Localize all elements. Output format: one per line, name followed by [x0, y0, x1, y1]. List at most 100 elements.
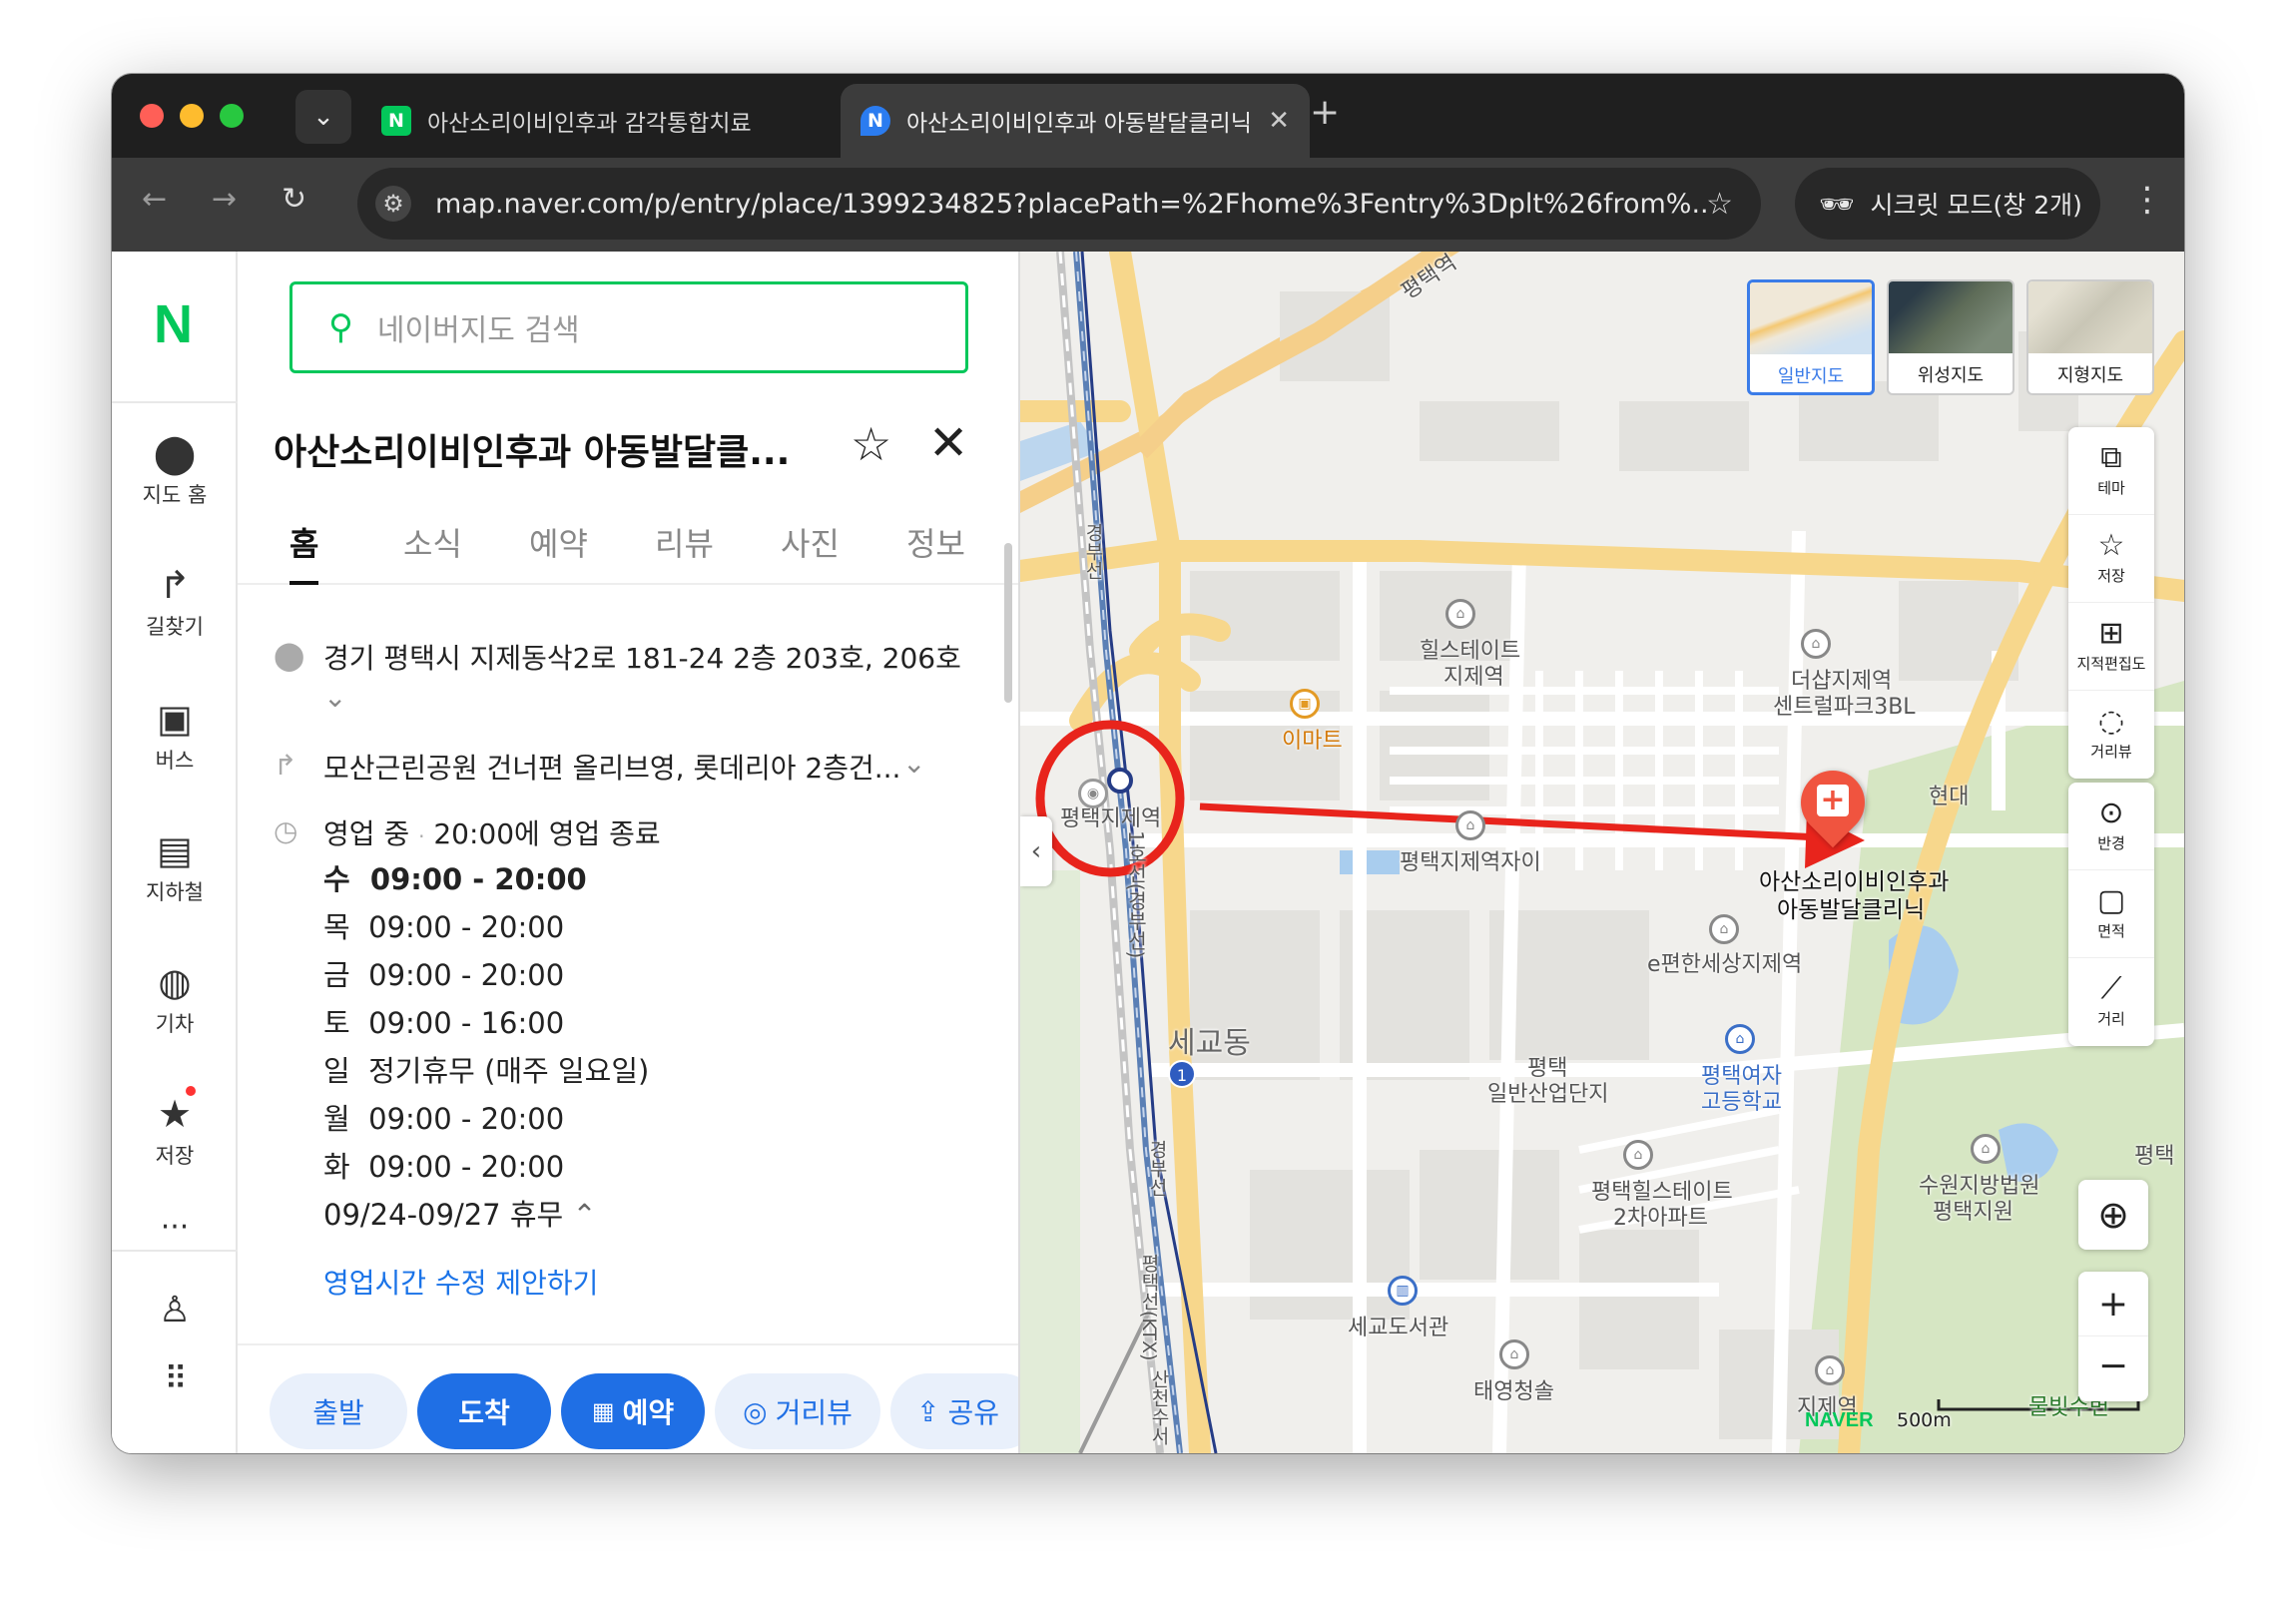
rail-label: 저장 [155, 1144, 195, 1168]
chevron-down-icon[interactable]: ⌄ [902, 747, 925, 780]
close-panel-icon[interactable]: ✕ [928, 415, 968, 471]
apartment-pin-icon[interactable]: ⌂ [1455, 810, 1485, 840]
status-text-group: 영업 중 · 20:00에 영업 종료 [323, 812, 661, 852]
time: 09:00 - 20:00 [368, 1102, 565, 1136]
forward-arrow-icon[interactable]: → [212, 182, 237, 217]
reserve-button[interactable]: ▦ 예약 [561, 1373, 705, 1449]
cadastral-tool-button[interactable]: ⊞ 지적편집도 [2068, 603, 2154, 691]
user-icon[interactable]: ♙ [112, 1290, 238, 1331]
apartment-pin-icon[interactable]: ⌂ [1445, 599, 1475, 629]
apartment-pin-icon[interactable]: ⌂ [1623, 1140, 1653, 1170]
station-icon[interactable]: ◉ [1078, 779, 1108, 808]
tab-reviews[interactable]: 리뷰 [655, 519, 714, 565]
map-type-terrain[interactable]: 지형지도 [2026, 279, 2154, 395]
school-pin-icon[interactable]: ⌂ [1725, 1024, 1755, 1054]
naver-logo[interactable]: N [154, 293, 193, 355]
close-tab-icon[interactable]: ✕ [1268, 106, 1290, 136]
day: 목 [323, 910, 350, 944]
zoom-in-button[interactable]: + [2078, 1272, 2148, 1336]
roadview-tool-button[interactable]: ◌ 거리뷰 [2068, 691, 2154, 779]
incognito-badge[interactable]: 🕶 시크릿 모드(창 2개) [1795, 168, 2100, 240]
court-pin-icon[interactable]: ⌂ [1971, 1134, 2001, 1164]
place-tabs: 홈 소식 예약 리뷰 사진 정보 [238, 519, 1018, 585]
area-tool-button[interactable]: ▢ 면적 [2068, 870, 2154, 958]
turn-arrow-icon: ↱ [274, 749, 297, 782]
mart-pin-icon[interactable]: ▣ [1290, 689, 1320, 719]
search-input[interactable]: ⚲ 네이버지도 검색 [289, 281, 968, 373]
clinic-marker-icon[interactable]: + [1787, 757, 1879, 850]
rail-item-map-home[interactable]: ⬤ 지도 홈 [112, 431, 238, 509]
search-placeholder: 네이버지도 검색 [376, 313, 580, 348]
my-location-button[interactable]: ⊕ [2078, 1180, 2148, 1250]
close-window-button[interactable] [140, 104, 164, 128]
tab-info[interactable]: 정보 [906, 519, 965, 565]
collapse-panel-button[interactable]: ‹ [1020, 816, 1052, 886]
maximize-window-button[interactable] [220, 104, 244, 128]
rail-item-subway[interactable]: ▤ 지하철 [112, 828, 238, 906]
browser-menu-icon[interactable]: ⋮ [2130, 180, 2164, 220]
radius-tool-button[interactable]: ⊙ 반경 [2068, 783, 2154, 870]
tab-news[interactable]: 소식 [403, 519, 462, 565]
time: 09:00 - 20:00 [368, 958, 565, 992]
map-label: 경부선 [1082, 523, 1104, 580]
tab-photos[interactable]: 사진 [781, 519, 840, 565]
rail-label: 기차 [155, 1012, 195, 1036]
map-label: 일반산업단지 [1487, 1082, 1609, 1107]
suggest-hours-link[interactable]: 영업시간 수정 제안하기 [323, 1262, 598, 1302]
apartment-pin-icon[interactable]: ⌂ [1815, 1355, 1845, 1385]
share-icon: ⇪ [916, 1394, 940, 1428]
save-star-icon[interactable]: ☆ [851, 417, 891, 471]
tab-title: 아산소리이비인후과 아동발달클리닉 [906, 111, 1252, 137]
map-type-normal[interactable]: 일반지도 [1747, 279, 1875, 395]
library-pin-icon[interactable]: ▥ [1388, 1276, 1418, 1306]
back-arrow-icon[interactable]: ← [142, 182, 167, 217]
map-tools: ⧉ 테마 ☆ 저장 ⊞ 지적편집도 ◌ 거리뷰 [2068, 427, 2154, 779]
tab-home[interactable]: 홈 [289, 519, 319, 585]
close-time: 20:00에 영업 종료 [433, 817, 661, 850]
apartment-pin-icon[interactable]: ⌂ [1499, 1339, 1529, 1369]
map-type-satellite[interactable]: 위성지도 [1887, 279, 2014, 395]
map-canvas[interactable]: 평택역 경부선 평택지제역 1호선(경부선) 경부선 평택선(KTX) 산천수서… [1020, 252, 2184, 1453]
divider [112, 1250, 238, 1252]
map-label: 평택지원 [1933, 1200, 2013, 1225]
rail-item-train[interactable]: ◍ 기차 [112, 960, 238, 1038]
time: 정기휴무 (매주 일요일) [368, 1054, 650, 1088]
roadview-pin-icon: ◎ [743, 1394, 768, 1428]
bookmark-star-icon[interactable]: ☆ [1706, 187, 1733, 222]
rail-item-saved[interactable]: ★ 저장 [112, 1086, 238, 1170]
new-tab-button[interactable]: + [1310, 92, 1340, 133]
naver-map-app: N ⬤ 지도 홈 ↱ 길찾기 ▣ 버스 ▤ 지하철 ◍ 기차 ★ 저장 ··· … [112, 252, 2184, 1453]
site-info-icon[interactable]: ⚙ [375, 186, 411, 222]
apartment-pin-icon[interactable]: ⌂ [1709, 914, 1739, 944]
roadview-button[interactable]: ◎ 거리뷰 [715, 1373, 880, 1449]
save-tool-button[interactable]: ☆ 저장 [2068, 515, 2154, 603]
hours-row: 토 09:00 - 16:00 [323, 1000, 564, 1042]
distance-tool-button[interactable]: ⟋ 거리 [2068, 958, 2154, 1046]
address-expand-chevron-icon[interactable]: ⌄ [323, 681, 346, 714]
rail-more-button[interactable]: ··· [112, 1210, 238, 1245]
apartment-pin-icon[interactable]: ⌂ [1801, 629, 1831, 659]
depart-button[interactable]: 출발 [270, 1373, 407, 1449]
minimize-window-button[interactable] [180, 104, 204, 128]
panel-scrollbar[interactable] [1004, 543, 1012, 703]
hours-row: 목 09:00 - 20:00 [323, 904, 564, 946]
address-bar[interactable]: ⚙ map.naver.com/p/entry/place/1399234825… [357, 168, 1761, 240]
location-pin-icon: ⬤ [274, 639, 305, 672]
station-label[interactable]: 평택지제역 [1060, 800, 1161, 832]
zoom-out-button[interactable]: − [2078, 1336, 2148, 1401]
hours-row: 금 09:00 - 20:00 [323, 952, 564, 994]
tab-search-button[interactable]: ⌄ [295, 90, 351, 144]
arrive-button[interactable]: 도착 [417, 1373, 551, 1449]
holiday-row[interactable]: 09/24-09/27 휴무 ⌃ [323, 1192, 597, 1234]
tab-2[interactable]: N 아산소리이비인후과 아동발달클리닉 ✕ [841, 84, 1310, 158]
place-panel: ⚲ 네이버지도 검색 아산소리이비인후과 아동발달클... ☆ ✕ 홈 소식 예… [238, 252, 1020, 1453]
time: 09:00 - 16:00 [368, 1006, 565, 1040]
apps-grid-icon[interactable]: ⠿ [112, 1359, 238, 1397]
rail-item-bus[interactable]: ▣ 버스 [112, 697, 238, 775]
tab-booking[interactable]: 예약 [529, 519, 588, 565]
rail-item-directions[interactable]: ↱ 길찾기 [112, 563, 238, 641]
theme-tool-button[interactable]: ⧉ 테마 [2068, 427, 2154, 515]
reload-icon[interactable]: ↻ [282, 182, 306, 217]
share-button[interactable]: ⇪ 공유 [890, 1373, 1018, 1449]
place-title: 아산소리이비인후과 아동발달클... [274, 432, 791, 473]
